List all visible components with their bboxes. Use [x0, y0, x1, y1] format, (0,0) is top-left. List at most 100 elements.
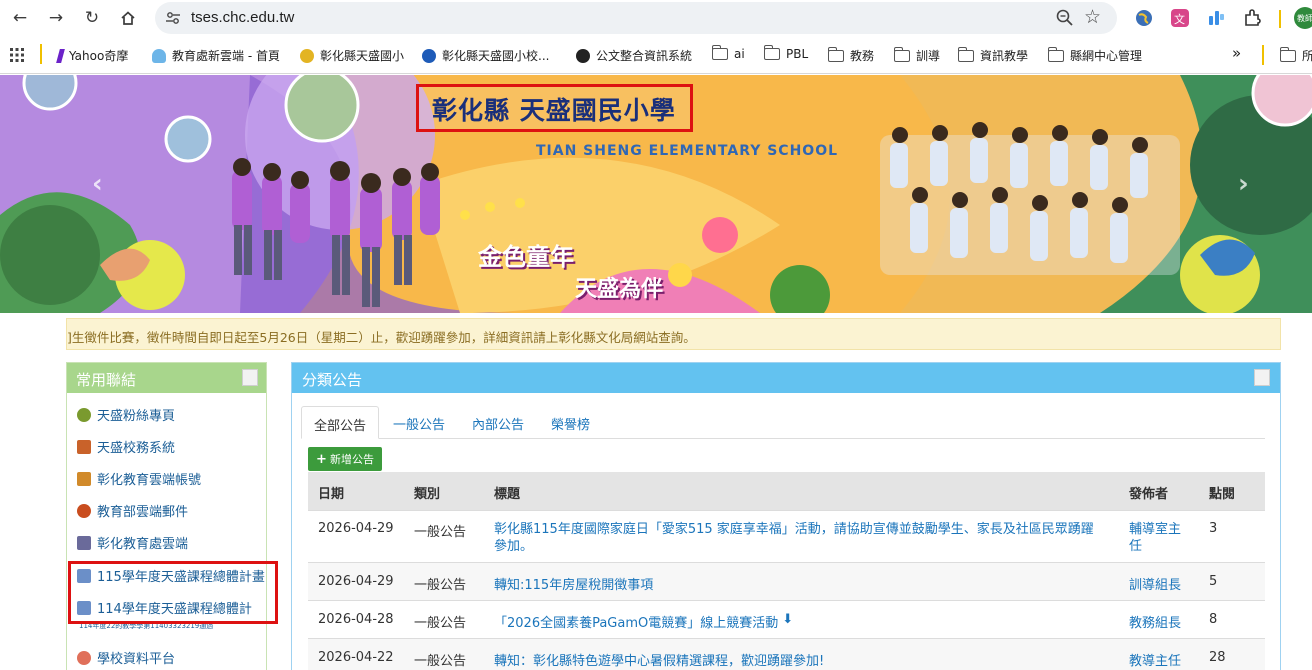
bookmark-edu-cloud[interactable]: 教育處新雲端 - 首頁 — [152, 47, 280, 64]
bookmark-tses-school[interactable]: 彰化縣天盛國小校... — [422, 47, 549, 64]
home-icon[interactable] — [116, 6, 140, 30]
row-category: 一般公告 — [414, 616, 467, 631]
chart-extension-icon[interactable] — [1206, 8, 1226, 28]
banner-slogan-2: 天盛為伴 — [575, 277, 664, 302]
tab-general[interactable]: 一般公告 — [381, 406, 457, 439]
apps-grid-icon[interactable] — [10, 48, 24, 62]
row-publisher-link[interactable]: 訓導組長 — [1129, 574, 1181, 593]
more-bookmarks-icon[interactable]: » — [1232, 44, 1241, 62]
globe-extension-icon[interactable] — [1134, 8, 1154, 28]
row-title-link[interactable]: 轉知:115年房屋稅開徵事項 — [494, 574, 653, 593]
quick-link-fanpage[interactable]: 天盛粉絲專頁 — [77, 405, 175, 424]
zoom-icon[interactable] — [1055, 8, 1075, 28]
table-row: 2026-04-29 一般公告 轉知:115年房屋稅開徵事項 訓導組長 5 — [308, 562, 1265, 600]
banner-next-icon[interactable]: › — [1238, 169, 1249, 199]
quick-link-cloud-account[interactable]: 彰化教育雲端帳號 — [77, 469, 201, 488]
reload-icon[interactable]: ↻ — [80, 6, 104, 30]
banner-prev-icon[interactable]: ‹ — [92, 169, 103, 199]
forward-icon[interactable]: → — [44, 6, 68, 30]
quick-links-title: 常用聯結 — [76, 371, 137, 389]
col-publisher[interactable]: 發佈者 — [1129, 483, 1168, 502]
site-settings-icon[interactable] — [165, 10, 181, 26]
bookmark-yahoo[interactable]: Yahoo奇摩 — [56, 47, 128, 64]
row-title-link[interactable]: 彰化縣115年度國際家庭日「愛家515 家庭享幸福」活動，請協助宣傳並鼓勵學生、… — [494, 521, 1104, 555]
folder-icon — [827, 46, 844, 62]
add-announcement-button[interactable]: + 新增公告 — [308, 447, 382, 471]
edit-icon[interactable] — [242, 369, 258, 386]
back-icon[interactable]: ← — [8, 6, 32, 30]
col-title[interactable]: 標題 — [494, 483, 520, 502]
folder-icon — [711, 45, 728, 60]
quick-link-data-platform[interactable]: 學校資料平台 — [77, 648, 175, 667]
bookmarks-divider — [40, 44, 42, 64]
cloud-icon — [152, 48, 166, 63]
bookmarks-bar: Yahoo奇摩 教育處新雲端 - 首頁 彰化縣天盛國小 彰化縣天盛國小校... … — [0, 36, 1312, 74]
bookmark-folder-all[interactable]: 所 — [1279, 46, 1312, 64]
announcements-title: 分類公告 — [302, 371, 363, 389]
download-icon[interactable]: ⬇ — [782, 612, 793, 631]
row-title-link[interactable]: 轉知：彰化縣特色遊學中心暑假精選課程，歡迎踴躍參加! — [494, 650, 824, 669]
col-category[interactable]: 類別 — [414, 483, 440, 502]
col-date[interactable]: 日期 — [318, 483, 344, 502]
banner-slogan-1: 金色童年 — [478, 243, 574, 271]
translate-extension-icon[interactable]: 文 — [1170, 8, 1190, 28]
bookmark-folder-ai[interactable]: ai — [711, 45, 745, 61]
tab-internal[interactable]: 內部公告 — [460, 406, 536, 439]
house-icon — [77, 439, 91, 454]
folder-icon — [1047, 46, 1064, 62]
news-marquee[interactable]: ]生徵件比賽，徵件時間自即日起至5月26日（星期二）止，歡迎踴躍參加，詳細資訊請… — [66, 318, 1281, 350]
announcement-tabs: 全部公告 一般公告 內部公告 榮譽榜 — [301, 406, 1265, 439]
ball-icon — [77, 407, 91, 422]
table-header: 日期 類別 標題 發佈者 點閱 — [308, 472, 1265, 510]
folder-icon — [893, 46, 910, 62]
edit-icon[interactable] — [1254, 369, 1270, 386]
quick-link-edu-cloud[interactable]: 彰化教育處雲端 — [77, 533, 188, 552]
row-category: 一般公告 — [414, 654, 467, 669]
table-row: 2026-04-29 一般公告 彰化縣115年度國際家庭日「愛家515 家庭享幸… — [308, 510, 1265, 562]
extensions-puzzle-icon[interactable] — [1242, 8, 1262, 28]
bookmark-star-icon[interactable]: ☆ — [1084, 6, 1101, 28]
bookmarks-divider — [1262, 45, 1264, 65]
table-row: 2026-04-28 一般公告 「2026全國素養PaGamO電競賽」線上競賽活… — [308, 600, 1265, 638]
row-title-link[interactable]: 「2026全國素養PaGamO電競賽」線上競賽活動 ⬇ — [494, 612, 793, 631]
plus-icon: + — [316, 451, 327, 467]
marquee-text[interactable]: ]生徵件比賽，徵件時間自即日起至5月26日（星期二）止，歡迎踴躍參加，詳細資訊請… — [67, 327, 696, 346]
svg-text:文: 文 — [1174, 12, 1185, 26]
island-icon — [77, 471, 91, 486]
doc-system-icon — [576, 48, 590, 63]
quick-link-moe-mail[interactable]: 教育部雲端郵件 — [77, 501, 188, 520]
announcements-header: 分類公告 — [292, 363, 1280, 393]
row-clicks: 5 — [1209, 574, 1218, 589]
announcements-panel: 分類公告 全部公告 一般公告 內部公告 榮譽榜 + 新增公告 日期 類別 標題 … — [291, 362, 1281, 670]
row-date: 2026-04-29 — [318, 574, 394, 589]
row-publisher-link[interactable]: 教導主任 — [1129, 650, 1181, 669]
yahoo-icon — [56, 48, 65, 63]
address-bar[interactable]: tses.chc.edu.tw ☆ — [155, 2, 1117, 34]
row-publisher-link[interactable]: 輔導室主任 — [1129, 521, 1189, 555]
url-text[interactable]: tses.chc.edu.tw — [191, 9, 294, 26]
folder-icon — [1279, 46, 1296, 62]
bookmark-folder-network-center[interactable]: 縣網中心管理 — [1047, 46, 1142, 64]
tab-honor-roll[interactable]: 榮譽榜 — [539, 406, 602, 439]
curriculum-highlight-box — [68, 561, 278, 624]
bookmark-folder-pbl[interactable]: PBL — [763, 45, 808, 61]
profile-avatar[interactable]: 教師 — [1294, 7, 1312, 29]
quick-links-header: 常用聯結 — [67, 363, 266, 393]
row-publisher-link[interactable]: 教務組長 — [1129, 612, 1181, 631]
bookmark-doc-system[interactable]: 公文整合資訊系統 — [576, 47, 692, 64]
bookmark-folder-discipline[interactable]: 訓導 — [893, 46, 940, 64]
row-clicks: 8 — [1209, 612, 1218, 627]
rainbow-icon — [77, 650, 91, 665]
school-logo-icon — [300, 48, 314, 63]
quick-link-school-system[interactable]: 天盛校務系統 — [77, 437, 175, 456]
bookmark-folder-academic[interactable]: 教務 — [827, 46, 874, 64]
bookmark-folder-it-teaching[interactable]: 資訊教學 — [957, 46, 1028, 64]
row-category: 一般公告 — [414, 578, 467, 593]
folder-icon — [957, 46, 974, 62]
folder-icon — [763, 45, 780, 60]
row-date: 2026-04-22 — [318, 650, 394, 665]
tab-all[interactable]: 全部公告 — [301, 406, 380, 439]
banner-subtitle: TIAN SHENG ELEMENTARY SCHOOL — [536, 143, 839, 159]
col-clicks[interactable]: 點閱 — [1209, 483, 1235, 502]
bookmark-tses[interactable]: 彰化縣天盛國小 — [300, 47, 404, 64]
